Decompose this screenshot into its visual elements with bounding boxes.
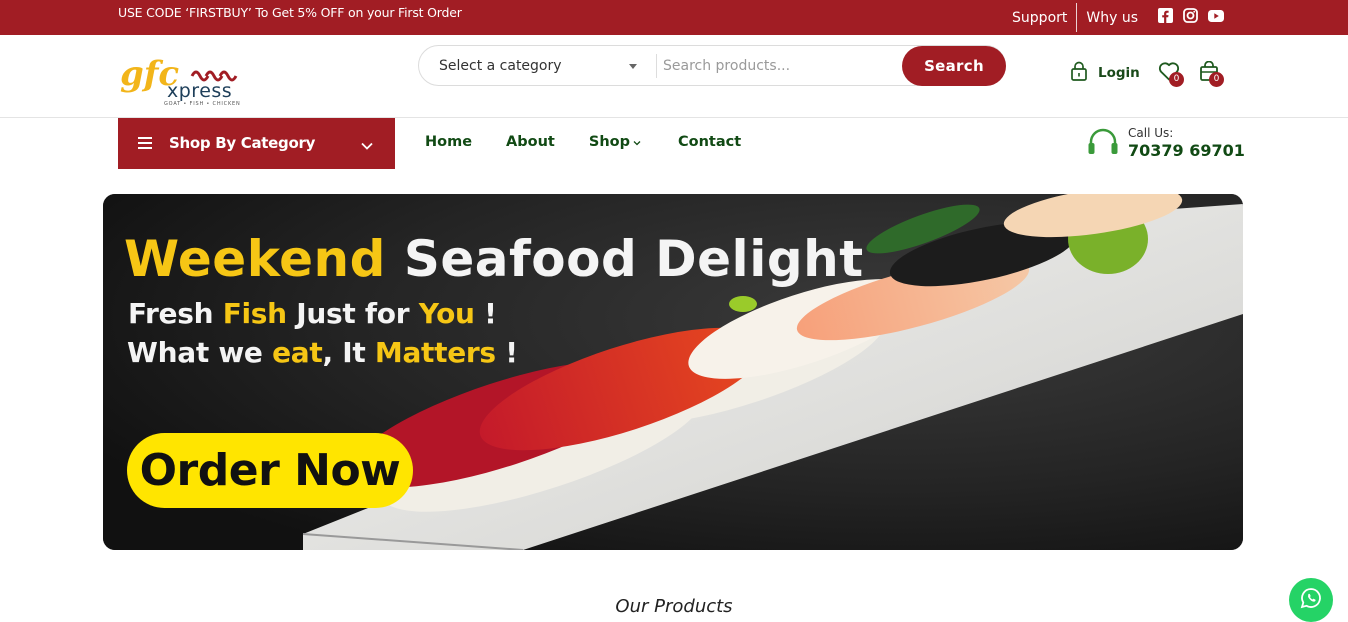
login-link[interactable]: Login [1070,61,1140,85]
promo-text: USE CODE ‘FIRSTBUY’ To Get 5% OFF on you… [118,5,462,20]
facebook-icon[interactable] [1158,7,1173,28]
top-links: Support Why us [1012,0,1224,35]
search-input[interactable] [656,54,896,78]
menu-icon [138,137,152,149]
wishlist-count-badge: 0 [1169,72,1184,87]
social-links [1158,7,1224,28]
chevron-down-icon [633,134,641,150]
why-us-link[interactable]: Why us [1086,10,1138,26]
whatsapp-icon [1299,586,1323,615]
nav-contact[interactable]: Contact [678,134,741,150]
chevron-down-icon [361,137,373,155]
divider [1076,3,1078,32]
wishlist-button[interactable]: 0 [1158,61,1184,87]
call-us-label: Call Us: [1128,126,1174,140]
shop-by-category-label: Shop By Category [169,134,316,152]
hero-line-2: What we eat, It Matters ! [127,336,518,369]
category-select[interactable]: Select a category [439,46,649,85]
header: gfc xpress GOAT • FISH • CHICKEN Select … [0,35,1348,118]
svg-text:GOAT • FISH • CHICKEN: GOAT • FISH • CHICKEN [164,101,241,107]
support-link[interactable]: Support [1012,10,1067,26]
nav-about[interactable]: About [506,134,555,150]
headset-icon [1087,128,1119,163]
instagram-icon[interactable] [1183,7,1198,28]
gfc-xpress-logo[interactable]: gfc xpress GOAT • FISH • CHICKEN [120,45,250,109]
hero-banner[interactable]: Weekend Seafood Delight Fresh Fish Just … [103,194,1243,550]
nav-home[interactable]: Home [425,134,472,150]
login-label: Login [1098,65,1140,81]
main-nav: Home About Shop Contact [425,134,775,150]
nav-shop[interactable]: Shop [589,134,641,150]
search-button[interactable]: Search [902,46,1006,86]
products-heading: Our Products [615,596,733,617]
caret-down-icon[interactable] [629,64,637,69]
whatsapp-button[interactable] [1289,578,1333,622]
shop-by-category-button[interactable]: Shop By Category [118,118,395,169]
hero-title: Weekend Seafood Delight [124,230,864,288]
hero-line-1: Fresh Fish Just for You ! [128,297,497,330]
cart-button[interactable]: 0 [1199,60,1224,87]
top-bar: USE CODE ‘FIRSTBUY’ To Get 5% OFF on you… [0,0,1348,35]
cart-count-badge: 0 [1209,72,1224,87]
order-now-button[interactable]: Order Now [127,433,413,508]
svg-text:xpress: xpress [167,80,232,102]
youtube-icon[interactable] [1208,9,1224,27]
phone-number[interactable]: 70379 69701 [1128,141,1248,160]
search-bar: Select a category Search [418,45,1006,86]
lock-icon [1070,61,1088,85]
nav-shop-label: Shop [588,134,630,150]
